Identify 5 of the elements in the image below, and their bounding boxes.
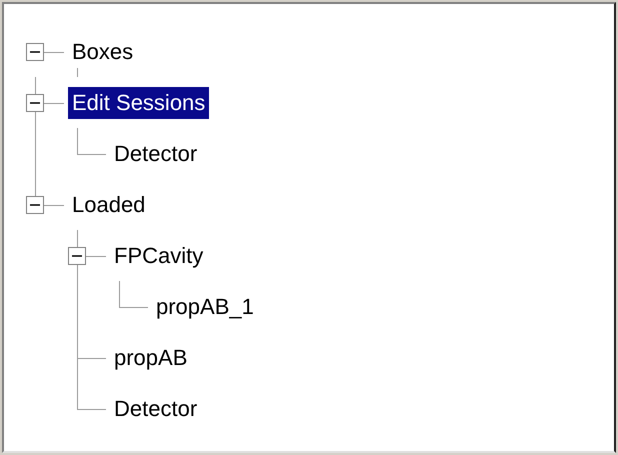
minus-box-icon[interactable] xyxy=(68,246,86,264)
minus-box-icon[interactable] xyxy=(26,196,44,214)
tree-item[interactable]: Edit Sessions xyxy=(68,86,210,118)
minus-box-icon[interactable] xyxy=(26,94,44,112)
minus-box-icon[interactable] xyxy=(26,42,44,60)
